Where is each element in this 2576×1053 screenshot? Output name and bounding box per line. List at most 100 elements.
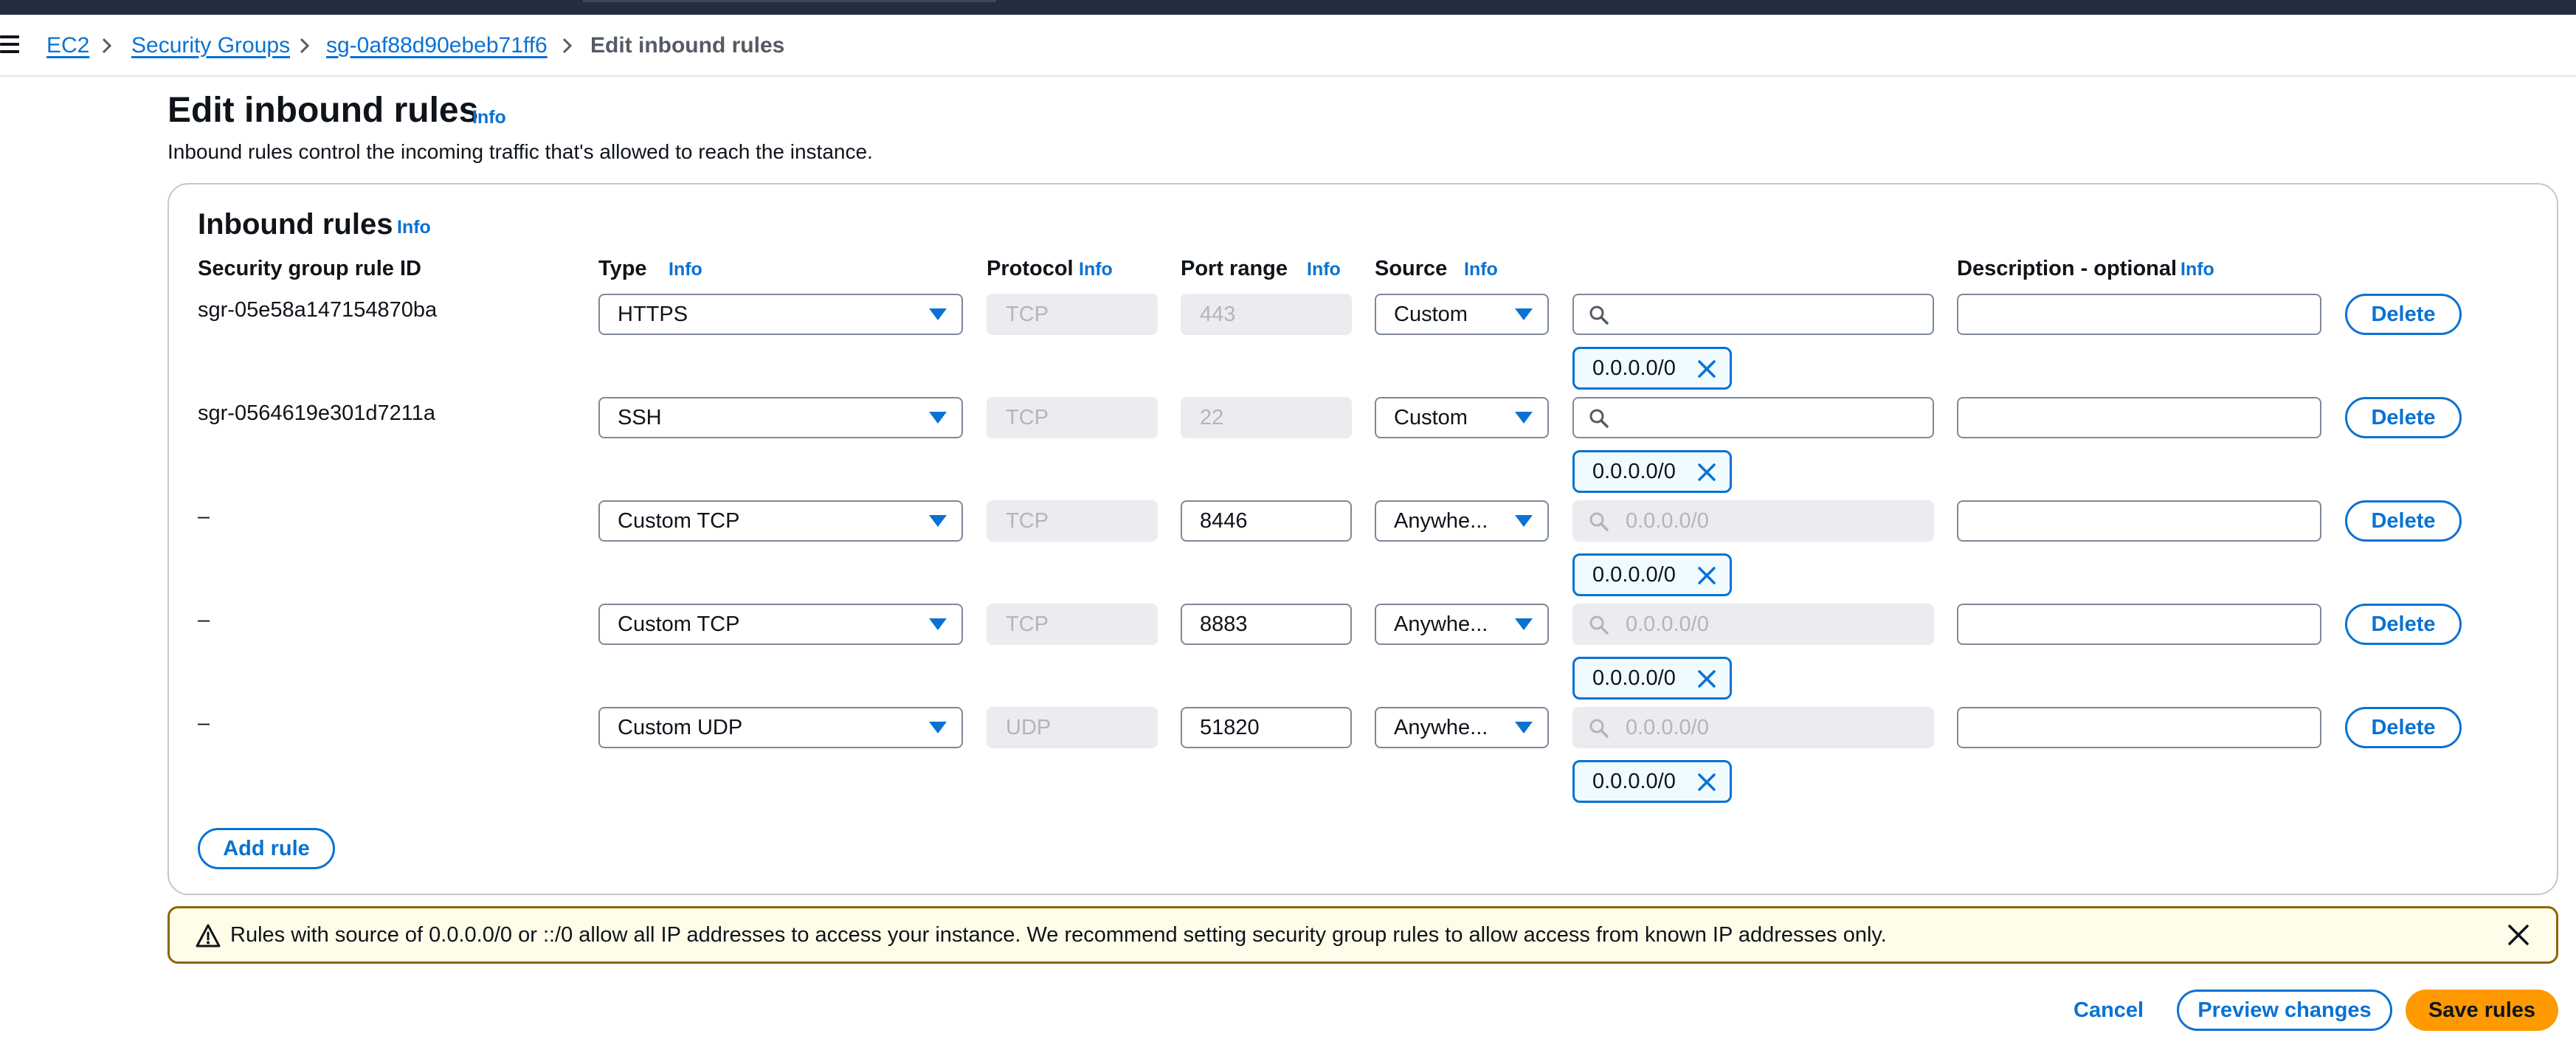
caret-down-icon [929, 412, 947, 424]
delete-button[interactable]: Delete [2345, 500, 2462, 542]
source-search-input[interactable] [1572, 397, 1934, 438]
column-header-protocol: Protocol [987, 257, 1074, 280]
warning-message: Rules with source of 0.0.0.0/0 or ::/0 a… [230, 923, 1887, 947]
source-select[interactable]: Custom [1375, 397, 1549, 438]
port-range-input[interactable]: 8446 [1181, 500, 1352, 542]
warning-alert: Rules with source of 0.0.0.0/0 or ::/0 a… [168, 906, 2558, 964]
search-placeholder: 0.0.0.0/0 [1626, 509, 1709, 533]
caret-down-icon [929, 618, 947, 630]
caret-down-icon [1515, 515, 1533, 527]
panel-title: Inbound rules [198, 208, 393, 241]
menu-icon[interactable] [0, 35, 19, 53]
breadcrumb-current: Edit inbound rules [590, 33, 785, 58]
type-select[interactable]: HTTPS [598, 294, 963, 335]
caret-down-icon [929, 722, 947, 733]
rule-id: – [198, 608, 210, 632]
source-value: Custom [1394, 303, 1468, 326]
column-header-description: Description - optional [1957, 257, 2178, 280]
column-header-rule-id: Security group rule ID [198, 257, 421, 280]
type-select[interactable]: Custom UDP [598, 707, 963, 748]
breadcrumb-ec2[interactable]: EC2 [46, 31, 89, 61]
search-icon [1589, 305, 1609, 325]
caret-down-icon [1515, 618, 1533, 630]
search-bar-edge [583, 0, 996, 2]
dismiss-icon[interactable] [1697, 359, 1716, 379]
page-info-link[interactable]: Info [472, 107, 506, 128]
search-placeholder: 0.0.0.0/0 [1626, 716, 1709, 739]
chevron-right-icon [562, 38, 573, 54]
description-input[interactable] [1957, 500, 2321, 542]
source-value: Anywhe... [1394, 509, 1488, 533]
source-search-input[interactable] [1572, 294, 1934, 335]
type-select[interactable]: Custom TCP [598, 604, 963, 645]
save-rules-button[interactable]: Save rules [2406, 990, 2558, 1031]
delete-button[interactable]: Delete [2345, 604, 2462, 645]
rule-id: – [198, 505, 210, 528]
protocol-input: TCP [987, 604, 1158, 645]
page-description: Inbound rules control the incoming traff… [168, 140, 873, 163]
cidr-token-label: 0.0.0.0/0 [1592, 460, 1676, 483]
cidr-token-label: 0.0.0.0/0 [1592, 563, 1676, 587]
source-select[interactable]: Anywhe... [1375, 707, 1549, 748]
source-search-input: 0.0.0.0/0 [1572, 707, 1934, 748]
description-info-link[interactable]: Info [2180, 259, 2214, 280]
source-search-input: 0.0.0.0/0 [1572, 604, 1934, 645]
delete-button[interactable]: Delete [2345, 294, 2462, 335]
source-select[interactable]: Anywhe... [1375, 604, 1549, 645]
source-info-link[interactable]: Info [1464, 259, 1498, 280]
protocol-input: UDP [987, 707, 1158, 748]
protocol-info-link[interactable]: Info [1079, 259, 1113, 280]
port-range-input: 22 [1181, 397, 1352, 438]
preview-changes-button[interactable]: Preview changes [2177, 990, 2392, 1031]
column-header-source: Source [1375, 257, 1448, 280]
protocol-input: TCP [987, 500, 1158, 542]
cidr-token-label: 0.0.0.0/0 [1592, 356, 1676, 380]
dismiss-icon[interactable] [1697, 463, 1716, 482]
search-placeholder: 0.0.0.0/0 [1626, 612, 1709, 636]
search-icon [1589, 719, 1609, 738]
port-range-input: 443 [1181, 294, 1352, 335]
rule-id: sgr-05e58a147154870ba [198, 298, 438, 322]
breadcrumb: EC2 Security Groups sg-0af88d90ebeb71ff6… [0, 15, 2576, 77]
breadcrumb-security-groups[interactable]: Security Groups [131, 31, 290, 61]
breadcrumb-security-group-id[interactable]: sg-0af88d90ebeb71ff6 [326, 31, 548, 61]
chevron-right-icon [102, 38, 112, 54]
source-select[interactable]: Custom [1375, 294, 1549, 335]
dismiss-icon[interactable] [1697, 566, 1716, 585]
type-info-link[interactable]: Info [669, 259, 702, 280]
delete-button[interactable]: Delete [2345, 707, 2462, 748]
dismiss-icon[interactable] [1697, 669, 1716, 688]
protocol-input: TCP [987, 397, 1158, 438]
type-value: Custom UDP [618, 716, 743, 739]
panel-info-link[interactable]: Info [397, 217, 431, 238]
type-select[interactable]: Custom TCP [598, 500, 963, 542]
search-icon [1589, 409, 1609, 428]
type-value: SSH [618, 406, 662, 429]
dismiss-icon[interactable] [1697, 773, 1716, 792]
caret-down-icon [1515, 308, 1533, 320]
column-header-type: Type [598, 257, 647, 280]
add-rule-button[interactable]: Add rule [198, 828, 335, 869]
column-header-port-range: Port range [1181, 257, 1288, 280]
cidr-token-label: 0.0.0.0/0 [1592, 770, 1676, 793]
delete-button[interactable]: Delete [2345, 397, 2462, 438]
port-range-info-link[interactable]: Info [1307, 259, 1341, 280]
caret-down-icon [929, 515, 947, 527]
type-select[interactable]: SSH [598, 397, 963, 438]
source-select[interactable]: Anywhe... [1375, 500, 1549, 542]
cancel-button[interactable]: Cancel [2073, 990, 2144, 1031]
port-range-input[interactable]: 8883 [1181, 604, 1352, 645]
description-input[interactable] [1957, 294, 2321, 335]
type-value: HTTPS [618, 303, 688, 326]
description-input[interactable] [1957, 707, 2321, 748]
description-input[interactable] [1957, 397, 2321, 438]
rule-id: sgr-0564619e301d7211a [198, 401, 435, 425]
rule-id: – [198, 711, 210, 735]
cidr-token: 0.0.0.0/0 [1572, 347, 1732, 390]
close-icon[interactable] [2507, 924, 2530, 946]
port-range-input[interactable]: 51820 [1181, 707, 1352, 748]
protocol-input: TCP [987, 294, 1158, 335]
description-input[interactable] [1957, 604, 2321, 645]
cidr-token: 0.0.0.0/0 [1572, 760, 1732, 803]
type-value: Custom TCP [618, 509, 740, 533]
